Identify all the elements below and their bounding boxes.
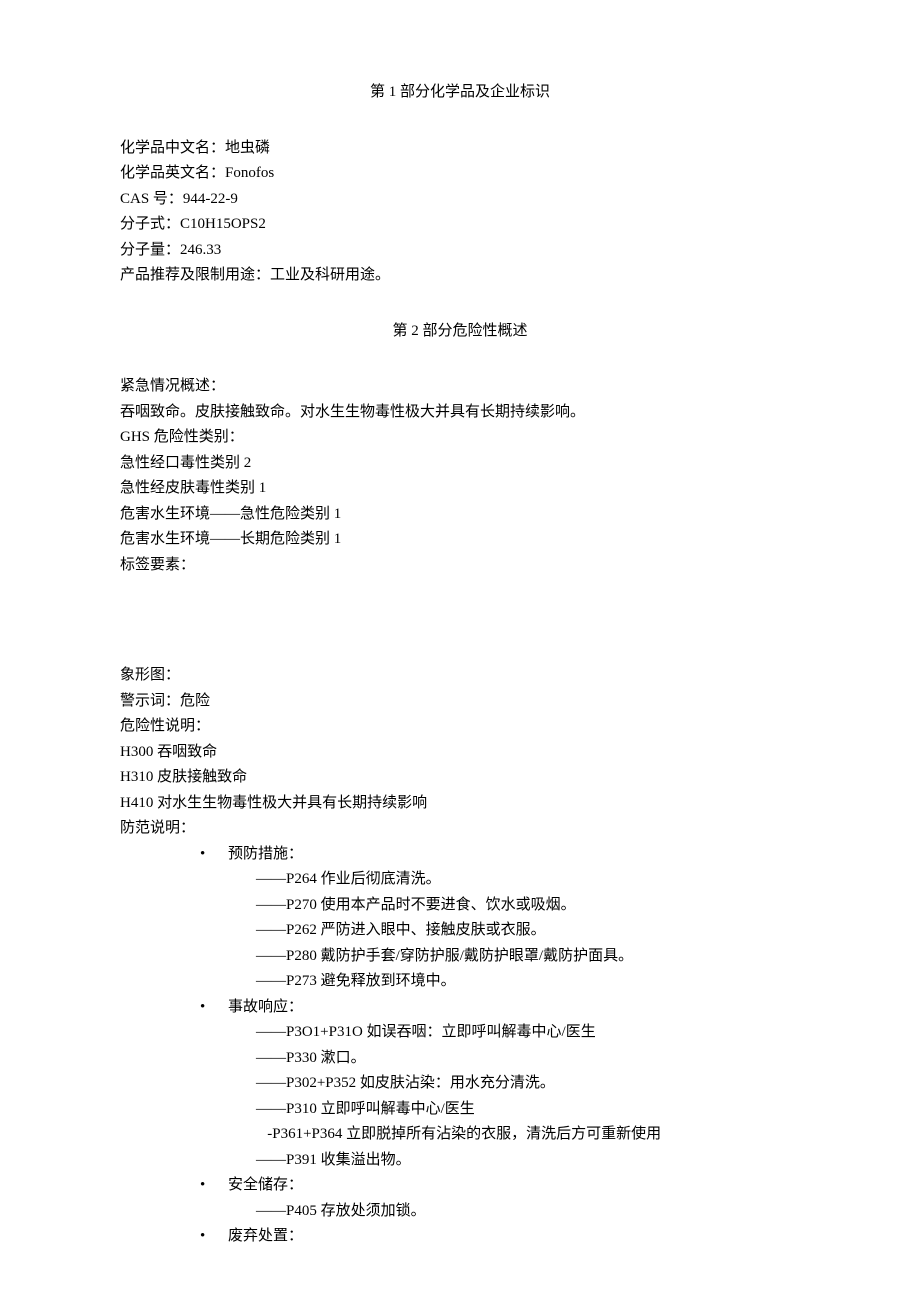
response-p361-p364: -P361+P364 立即脱掉所有沾染的衣服，清洗后方可重新使用: [256, 1122, 800, 1148]
precautionary-list: 预防措施： ——P264 作业后彻底清洗。 ——P270 使用本产品时不要进食、…: [120, 842, 800, 1250]
prevention-p280: ——P280 戴防护手套/穿防护服/戴防护眼罩/戴防护面具。: [256, 944, 800, 970]
response-sublist: ——P3O1+P31O 如误吞咽：立即呼叫解毒中心/医生 ——P330 漱口。 …: [228, 1020, 800, 1173]
storage-sublist: ——P405 存放处须加锁。: [228, 1199, 800, 1225]
response-p302-p352: ——P302+P352 如皮肤沾染：用水充分清洗。: [256, 1071, 800, 1097]
response-item: 事故响应： ——P3O1+P31O 如误吞咽：立即呼叫解毒中心/医生 ——P33…: [200, 995, 800, 1174]
section-1-title: 第 1 部分化学品及企业标识: [120, 80, 800, 106]
cas-number: CAS 号：944-22-9: [120, 187, 800, 213]
response-p310: ——P310 立即呼叫解毒中心/医生: [256, 1097, 800, 1123]
recommended-use: 产品推荐及限制用途：工业及科研用途。: [120, 263, 800, 289]
molecular-weight: 分子量：246.33: [120, 238, 800, 264]
storage-p405: ——P405 存放处须加锁。: [256, 1199, 800, 1225]
prevention-p270: ——P270 使用本产品时不要进食、饮水或吸烟。: [256, 893, 800, 919]
section-1-body: 化学品中文名：地虫磷 化学品英文名：Fonofos CAS 号：944-22-9…: [120, 136, 800, 289]
precautionary-label: 防范说明：: [120, 816, 800, 842]
disposal-label: 废弃处置：: [228, 1228, 303, 1244]
section-2-block1: 紧急情况概述： 吞咽致命。皮肤接触致命。对水生生物毒性极大并具有长期持续影响。 …: [120, 374, 800, 578]
ghs-category-2: 急性经皮肤毒性类别 1: [120, 476, 800, 502]
disposal-item: 废弃处置：: [200, 1224, 800, 1250]
section-1-title-text: 第 1 部分化学品及企业标识: [370, 84, 550, 100]
storage-label: 安全储存：: [228, 1177, 303, 1193]
response-p330: ——P330 漱口。: [256, 1046, 800, 1072]
ghs-category-1: 急性经口毒性类别 2: [120, 451, 800, 477]
molecular-formula: 分子式：C10H15OPS2: [120, 212, 800, 238]
signal-word: 警示词：危险: [120, 689, 800, 715]
section-2-title: 第 2 部分危险性概述: [120, 319, 800, 345]
prevention-sublist: ——P264 作业后彻底清洗。 ——P270 使用本产品时不要进食、饮水或吸烟。…: [228, 867, 800, 995]
pictogram-placeholder: [120, 578, 800, 663]
pictogram-label: 象形图：: [120, 663, 800, 689]
prevention-item: 预防措施： ——P264 作业后彻底清洗。 ——P270 使用本产品时不要进食、…: [200, 842, 800, 995]
ghs-category-label: GHS 危险性类别：: [120, 425, 800, 451]
section-2-block2: 象形图： 警示词：危险 危险性说明： H300 吞咽致命 H310 皮肤接触致命…: [120, 663, 800, 842]
emergency-overview-text: 吞咽致命。皮肤接触致命。对水生生物毒性极大并具有长期持续影响。: [120, 400, 800, 426]
hazard-statement-label: 危险性说明：: [120, 714, 800, 740]
chemical-en-name: 化学品英文名：Fonofos: [120, 161, 800, 187]
prevention-p262: ——P262 严防进入眼中、接触皮肤或衣服。: [256, 918, 800, 944]
storage-item: 安全储存： ——P405 存放处须加锁。: [200, 1173, 800, 1224]
hazard-h310: H310 皮肤接触致命: [120, 765, 800, 791]
ghs-category-4: 危害水生环境——长期危险类别 1: [120, 527, 800, 553]
ghs-category-3: 危害水生环境——急性危险类别 1: [120, 502, 800, 528]
hazard-h300: H300 吞咽致命: [120, 740, 800, 766]
chemical-cn-name: 化学品中文名：地虫磷: [120, 136, 800, 162]
prevention-p273: ——P273 避免释放到环境中。: [256, 969, 800, 995]
label-elements-label: 标签要素：: [120, 553, 800, 579]
hazard-h410: H410 对水生生物毒性极大并具有长期持续影响: [120, 791, 800, 817]
emergency-overview-label: 紧急情况概述：: [120, 374, 800, 400]
section-2-title-text: 第 2 部分危险性概述: [392, 323, 527, 339]
response-p301-p310: ——P3O1+P31O 如误吞咽：立即呼叫解毒中心/医生: [256, 1020, 800, 1046]
response-label: 事故响应：: [228, 999, 303, 1015]
response-p391: ——P391 收集溢出物。: [256, 1148, 800, 1174]
prevention-p264: ——P264 作业后彻底清洗。: [256, 867, 800, 893]
prevention-label: 预防措施：: [228, 846, 303, 862]
